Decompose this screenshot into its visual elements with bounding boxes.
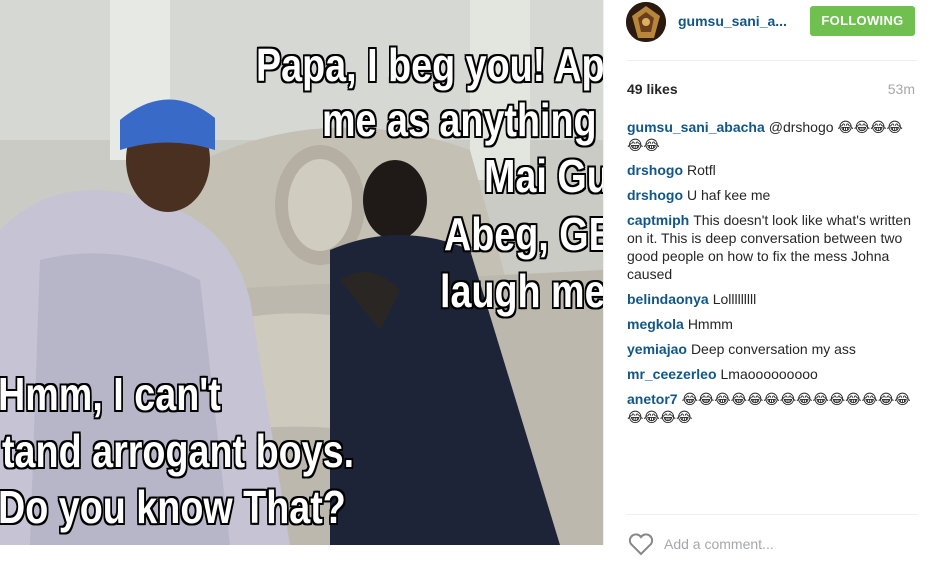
meme-text-line: laugh me	[440, 265, 603, 317]
footer-divider	[626, 514, 918, 515]
comment-text: Lolllllllll	[712, 291, 757, 307]
comment-item: drshogo U haf kee me	[627, 186, 919, 204]
comment-item: mr_ceezerleo Lmaooooooooo	[627, 365, 919, 383]
comment-author[interactable]: mr_ceezerleo	[627, 366, 717, 382]
following-button[interactable]: FOLLOWING	[810, 6, 915, 36]
meme-text-line: Hmm, I can't	[0, 368, 221, 420]
comment-author[interactable]: drshogo	[627, 162, 683, 178]
post-author-username[interactable]: gumsu_sani_a...	[678, 13, 787, 29]
comment-text: Rotfl	[687, 162, 716, 178]
post-details-panel: gumsu_sani_a... FOLLOWING 49 likes 53m g…	[603, 0, 937, 556]
add-comment-input[interactable]: Add a comment...	[664, 536, 774, 552]
comment-author[interactable]: captmiph	[627, 212, 689, 228]
comment-item: captmiph This doesn't look like what's wr…	[627, 211, 919, 283]
comment-author[interactable]: megkola	[627, 316, 684, 332]
avatar[interactable]	[626, 2, 666, 42]
comments-list: gumsu_sani_abacha @drshogo 😂😂😂😂😂😂 drshogo…	[627, 118, 919, 433]
comment-author[interactable]: anetor7	[627, 391, 678, 407]
comment-author[interactable]: yemiajao	[627, 341, 687, 357]
meme-text-line: me as anything e	[322, 94, 603, 146]
meme-text-line: Do you know That?	[0, 481, 346, 533]
meme-text-line: tand arrogant boys.	[2, 425, 355, 477]
comment-item: megkola Hmmm	[627, 315, 919, 333]
likes-count[interactable]: 49 likes	[627, 81, 678, 97]
meme-text-line: Abeg, GEJ	[444, 208, 603, 260]
comment-item: yemiajao Deep conversation my ass	[627, 340, 919, 358]
comment-item: drshogo Rotfl	[627, 161, 919, 179]
comment-text: Lmaooooooooo	[720, 366, 818, 382]
comment-text: Deep conversation my ass	[690, 341, 856, 357]
post-photo[interactable]: Papa, I beg you! Appo me as anything e M…	[0, 0, 603, 545]
comment-author[interactable]: drshogo	[627, 187, 683, 203]
heart-icon[interactable]	[628, 532, 654, 556]
comment-text: Hmmm	[687, 316, 733, 332]
post-header: gumsu_sani_a... FOLLOWING	[604, 0, 937, 48]
comment-author[interactable]: belindaonya	[627, 291, 709, 307]
header-divider	[626, 60, 918, 61]
post-time[interactable]: 53m	[888, 81, 915, 97]
comment-item: anetor7 😂😂😂😂😂😂😂😂😂😂😂😂😂😂😂😂😂😂	[627, 390, 919, 426]
meme-text-line: Papa, I beg you! Appo	[256, 39, 603, 91]
comment-item: belindaonya Lolllllllll	[627, 290, 919, 308]
comment-author[interactable]: gumsu_sani_abacha	[627, 119, 765, 135]
meme-text-line: Mai Gua	[484, 150, 603, 202]
comment-item: gumsu_sani_abacha @drshogo 😂😂😂😂😂😂	[627, 118, 919, 154]
comment-text: U haf kee me	[687, 187, 771, 203]
